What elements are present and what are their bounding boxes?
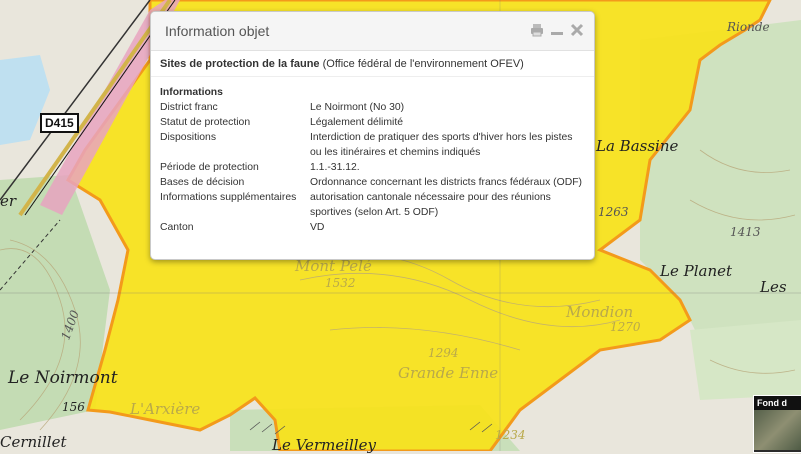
info-key: District franc xyxy=(160,102,218,113)
place-label-l-arxiere: L'Arxière xyxy=(130,400,201,418)
popup-title: Information objet xyxy=(165,23,270,39)
info-key: Dispositions xyxy=(160,132,217,143)
info-row: District franc Le Noirmont (No 30) xyxy=(160,100,585,115)
print-icon[interactable] xyxy=(530,23,544,37)
info-key: Bases de décision xyxy=(160,177,245,188)
altitude-label: 1234 xyxy=(495,428,526,442)
info-key: Informations supplémentaires xyxy=(160,192,297,203)
popup-body: Informations District franc Le Noirmont … xyxy=(151,77,594,235)
info-value: VD xyxy=(310,222,325,233)
place-label-rionde: Rionde xyxy=(727,20,770,34)
info-value: autorisation cantonale nécessaire pour d… xyxy=(310,192,551,218)
place-label-fragment: er xyxy=(0,192,17,210)
info-value: Ordonnance concernant les districts fran… xyxy=(310,177,583,188)
place-label-les: Les xyxy=(760,278,787,296)
info-row: Canton VD xyxy=(160,220,585,235)
place-label-le-planet: Le Planet xyxy=(660,262,733,280)
info-row: Statut de protection Légalement délimité xyxy=(160,115,585,130)
section-heading: Informations xyxy=(160,87,223,98)
layer-name: Sites de protection de la faune xyxy=(160,58,320,70)
background-layer-thumbnail xyxy=(754,410,801,450)
place-label-le-vermeilley: Le Vermeilley xyxy=(272,436,376,454)
road-number-badge: D415 xyxy=(40,113,79,133)
place-label-grande-enne: Grande Enne xyxy=(398,364,499,382)
forest-area xyxy=(690,320,801,400)
layer-title: Sites de protection de la faune (Office … xyxy=(151,51,594,77)
close-icon[interactable] xyxy=(570,23,584,37)
info-row: Informations supplémentaires autorisatio… xyxy=(160,190,585,220)
place-label-la-bassine: La Bassine xyxy=(596,137,679,155)
altitude-label: 1413 xyxy=(730,225,761,239)
altitude-label: 156 xyxy=(62,400,85,414)
info-value: 1.1.-31.12. xyxy=(310,162,360,173)
object-information-popup: Information objet Sites de protection de… xyxy=(150,11,595,260)
info-value: Légalement délimité xyxy=(310,117,403,128)
place-label-le-noirmont: Le Noirmont xyxy=(8,368,118,388)
altitude-label: 1294 xyxy=(428,346,459,360)
layer-source: (Office fédéral de l'environnement OFEV) xyxy=(322,58,524,70)
info-row: Bases de décision Ordonnance concernant … xyxy=(160,175,585,190)
info-row: Période de protection 1.1.-31.12. xyxy=(160,160,585,175)
minimize-icon[interactable] xyxy=(550,23,564,37)
altitude-label: 1270 xyxy=(610,320,641,334)
background-layer-label: Fond d xyxy=(754,396,801,410)
info-value: Interdiction de pratiquer des sports d'h… xyxy=(310,132,573,158)
info-row: Dispositions Interdiction de pratiquer d… xyxy=(160,130,585,160)
place-label-cernillet: Cernillet xyxy=(0,433,67,451)
info-value: Le Noirmont (No 30) xyxy=(310,102,405,113)
popup-toolbar xyxy=(530,23,584,37)
popup-header[interactable]: Information objet xyxy=(151,12,594,51)
info-key: Période de protection xyxy=(160,162,259,173)
background-layer-switcher[interactable]: Fond d xyxy=(753,395,801,453)
info-key: Statut de protection xyxy=(160,117,251,128)
info-key: Canton xyxy=(160,222,194,233)
altitude-label: 1263 xyxy=(598,205,629,219)
place-label-mondion: Mondion xyxy=(566,303,634,321)
altitude-label: 1532 xyxy=(325,276,356,290)
